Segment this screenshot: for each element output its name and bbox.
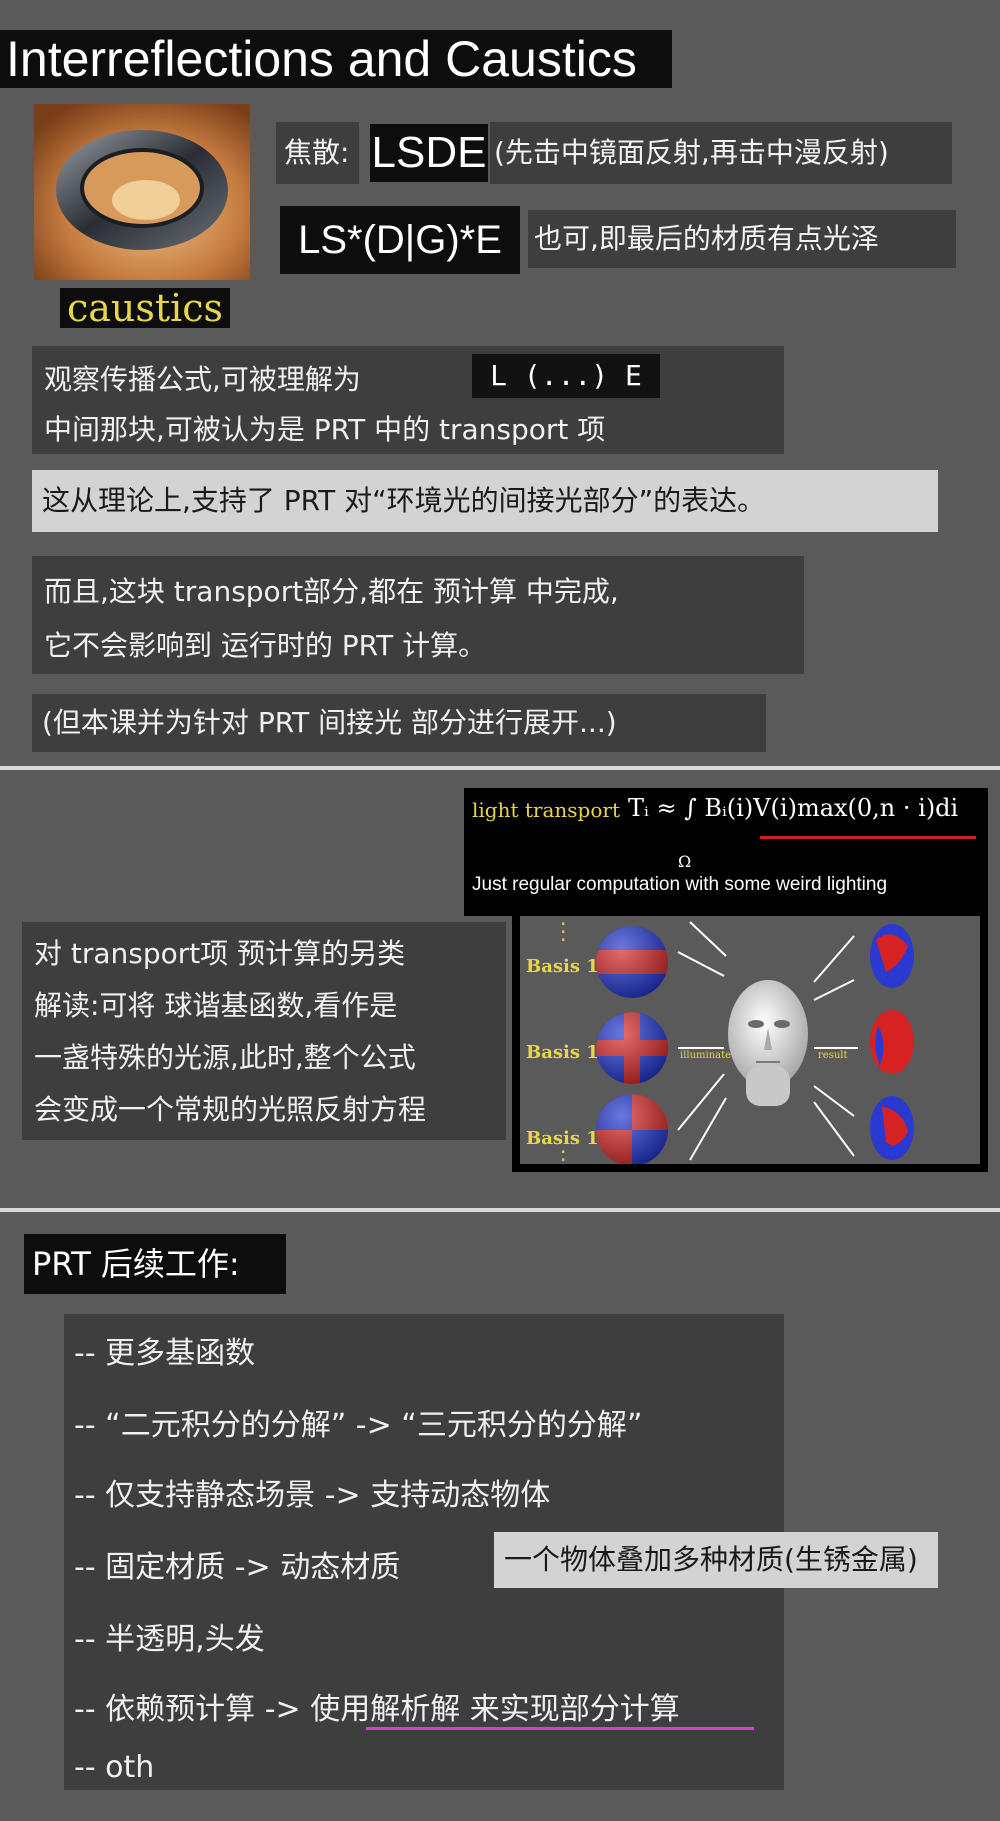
caustics-label: caustics xyxy=(60,288,230,328)
sh-light-interpretation: 对 transport项 预计算的另类 解读:可将 球谐基函数,看作是 一盏特殊… xyxy=(22,922,506,1140)
list-item: -- oth xyxy=(74,1750,155,1785)
prt-followup-title: PRT 后续工作: xyxy=(24,1234,286,1294)
lsde-note: (先击中镜面反射,再击中漫反射) xyxy=(490,122,952,184)
theory-highlight: 这从理论上,支持了 PRT 对“环境光的间接光部分”的表达。 xyxy=(32,470,938,532)
result-head-17 xyxy=(870,1010,914,1074)
course-note: (但本课并为针对 PRT 间接光 部分进行展开...) xyxy=(32,694,766,752)
sh-basis-illumination-figure: · · · Basis 16 Basis 17 Basis 18 · · ill… xyxy=(512,908,988,1172)
figure-canvas: · · · Basis 16 Basis 17 Basis 18 · · ill… xyxy=(520,916,980,1164)
head-model xyxy=(728,980,808,1106)
text-line: 对 transport项 预计算的另类 xyxy=(34,937,406,970)
list-item: -- 仅支持静态场景 -> 支持动态物体 xyxy=(74,1478,551,1513)
sh-basis-17-sphere xyxy=(596,1012,668,1084)
page-title: Interreflections and Caustics xyxy=(0,30,672,88)
caustics-label-cn: 焦散: xyxy=(276,122,360,184)
list-item: -- “二元积分的分解” -> “三元积分的分解” xyxy=(74,1408,643,1443)
text-line: 中间那块,可被认为是 PRT 中的 transport 项 xyxy=(44,413,606,446)
list-item: -- 更多基函数 xyxy=(74,1336,256,1371)
section-divider xyxy=(0,1208,1000,1212)
list-item: -- 半透明,头发 xyxy=(74,1622,265,1657)
text-line: 它不会影响到 运行时的 PRT 计算。 xyxy=(44,629,487,662)
text-line: 一盏特殊的光源,此时,整个公式 xyxy=(34,1041,416,1074)
formula-underline xyxy=(760,836,976,839)
formula-bullet: Just regular computation with some weird… xyxy=(472,874,888,895)
result-head-18 xyxy=(870,1096,914,1160)
lsde-code: LSDE xyxy=(370,124,488,182)
code-snippet: L (...) E xyxy=(472,354,660,398)
caustics-ring-image xyxy=(34,104,250,280)
text-line: 解读:可将 球谐基函数,看作是 xyxy=(34,989,398,1022)
section-divider xyxy=(0,766,1000,770)
precompute-box: 而且,这块 transport部分,都在 预计算 中完成, 它不会影响到 运行时… xyxy=(32,556,804,674)
caustics-definition-row: 焦散: LSDE (先击中镜面反射,再击中漫反射) xyxy=(276,122,976,184)
sh-basis-18-sphere xyxy=(596,1094,668,1164)
lsdge-note: 也可,即最后的材质有点光泽 xyxy=(528,210,956,268)
light-transport-formula: light transport Tᵢ ≈ ∫ Bᵢ(i)V(i)max(0,n … xyxy=(464,788,988,916)
formula-label: light transport xyxy=(472,798,620,822)
analytic-solution-underline xyxy=(366,1727,754,1730)
text-line: 而且,这块 transport部分,都在 预计算 中完成, xyxy=(44,575,619,608)
material-highlight-note: 一个物体叠加多种材质(生锈金属) xyxy=(494,1532,938,1588)
result-head-16 xyxy=(870,924,914,988)
list-item: -- 依赖预计算 -> 使用解析解 来实现部分计算 xyxy=(74,1692,680,1727)
result-label: result xyxy=(818,1050,848,1061)
text-line: 观察传播公式,可被理解为 xyxy=(44,363,361,396)
sh-basis-16-sphere xyxy=(596,926,668,998)
formula-equation: Tᵢ ≈ ∫ Bᵢ(i)V(i)max(0,n · i)di xyxy=(628,794,959,822)
text-line: 会变成一个常规的光照反射方程 xyxy=(34,1093,427,1126)
lsdge-code: LS*(D|G)*E xyxy=(280,206,520,274)
transport-explanation-box: 观察传播公式,可被理解为 L (...) E 中间那块,可被认为是 PRT 中的… xyxy=(32,346,784,454)
illuminate-label: illuminate xyxy=(680,1050,732,1061)
list-item: -- 固定材质 -> 动态材质 xyxy=(74,1550,401,1585)
formula-domain: Ω xyxy=(678,852,692,871)
